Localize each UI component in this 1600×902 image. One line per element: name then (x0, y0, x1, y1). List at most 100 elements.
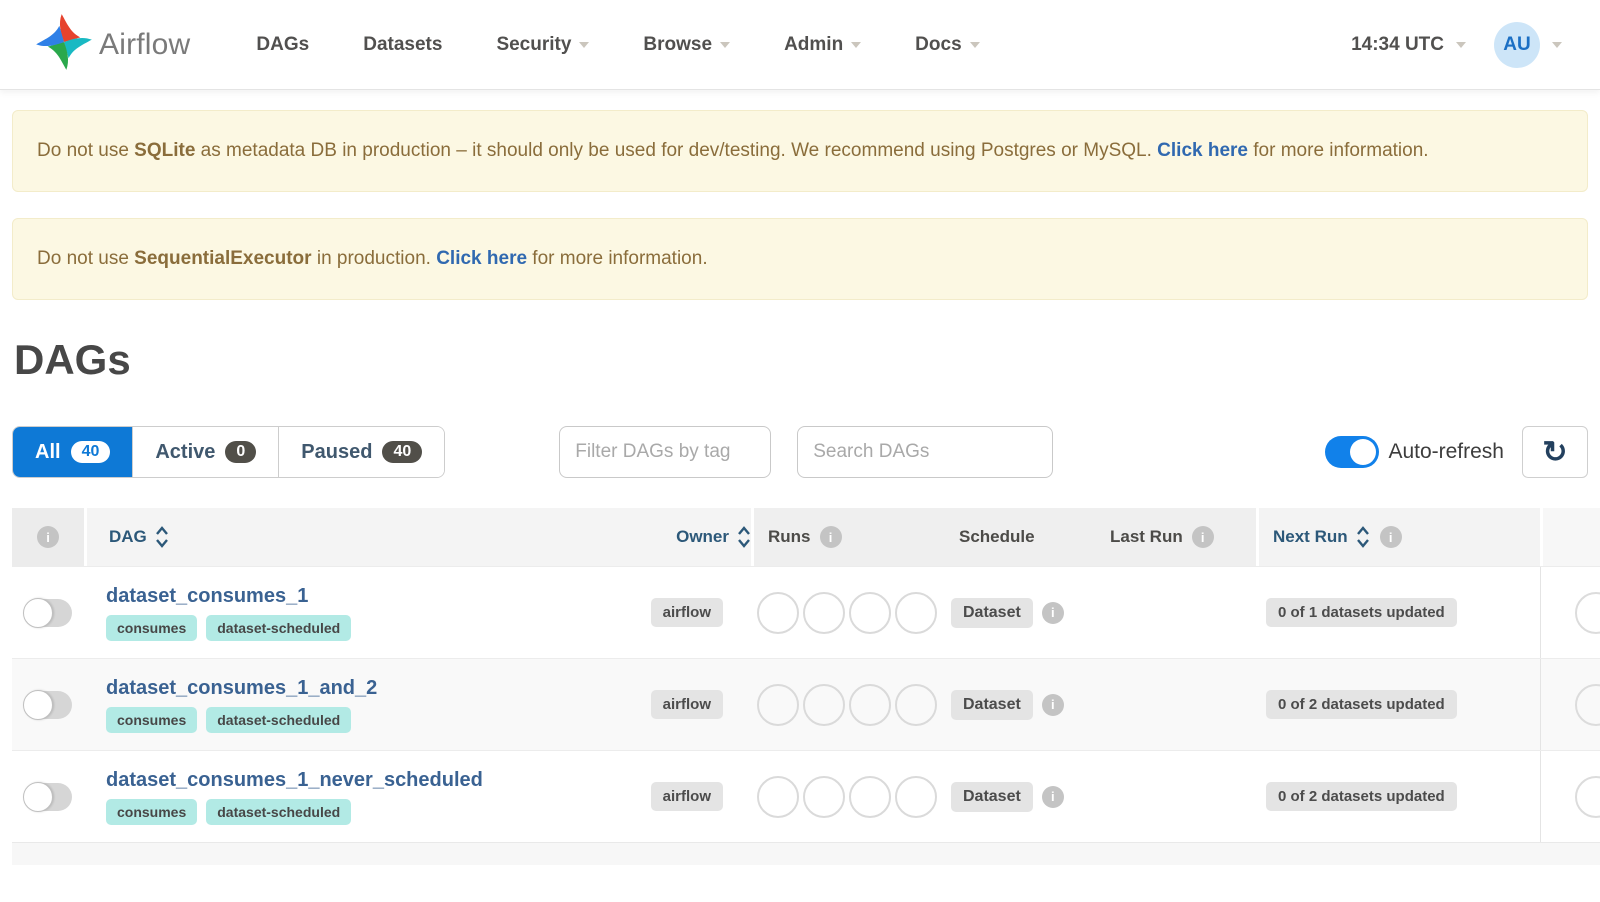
runs-failed-circle[interactable] (895, 683, 937, 726)
nav-item-docs[interactable]: Docs (915, 34, 980, 56)
info-icon[interactable]: i (37, 526, 59, 548)
sort-arrows-icon (155, 525, 169, 549)
runs-failed-circle[interactable] (895, 591, 937, 634)
nav-item-datasets[interactable]: Datasets (363, 34, 442, 56)
chevron-down-icon (851, 41, 862, 48)
next-row-partial (12, 842, 1600, 865)
search-dags-input[interactable] (797, 426, 1054, 478)
chevron-down-icon (1456, 41, 1466, 48)
runs-success-circle[interactable] (803, 775, 845, 818)
run-status-circles (751, 567, 951, 658)
main-menu: DAGs Datasets Security Browse Admin Docs (256, 34, 980, 56)
auto-refresh-toggle[interactable] (1325, 436, 1380, 468)
filter-bar: All 40 Active 0 Paused 40 Auto-refresh ↻ (12, 426, 1588, 478)
runs-running-circle[interactable] (849, 683, 891, 726)
chevron-down-icon[interactable] (1552, 41, 1562, 48)
column-header-dag: DAG (84, 508, 621, 566)
airflow-pinwheel-logo-icon (35, 13, 93, 76)
user-avatar[interactable]: AU (1494, 21, 1540, 68)
tag-badge[interactable]: consumes (106, 706, 198, 733)
recent-task-circle[interactable] (1575, 776, 1600, 818)
header-info-cell: i (12, 508, 84, 566)
owner-badge[interactable]: airflow (650, 782, 723, 811)
nav-item-security[interactable]: Security (496, 34, 590, 56)
refresh-button[interactable]: ↻ (1522, 426, 1588, 478)
sequential-executor-warning-banner: Do not use SequentialExecutor in product… (12, 218, 1588, 300)
runs-running-circle[interactable] (849, 775, 891, 818)
dag-pause-toggle[interactable] (23, 597, 72, 628)
nav-item-dags[interactable]: DAGs (256, 34, 309, 56)
runs-success-circle[interactable] (803, 683, 845, 726)
timezone-selector[interactable]: 14:34 UTC (1351, 34, 1466, 56)
dag-name-link[interactable]: dataset_consumes_1_and_2 (106, 677, 377, 700)
dag-pause-toggle[interactable] (23, 689, 72, 720)
info-icon[interactable]: i (1041, 785, 1064, 808)
tab-paused[interactable]: Paused 40 (278, 427, 445, 477)
schedule-badge[interactable]: Dataset (951, 689, 1033, 720)
runs-queued-circle[interactable] (757, 591, 799, 634)
column-header-next-run: Next Run i (1256, 508, 1540, 566)
column-header-schedule: Schedule (951, 508, 1106, 566)
recent-task-circle[interactable] (1575, 592, 1600, 634)
info-icon[interactable]: i (1041, 601, 1064, 624)
next-run-badge: 0 of 2 datasets updated (1266, 782, 1457, 811)
info-icon[interactable]: i (1041, 693, 1064, 716)
dag-tags: consumes dataset-scheduled (106, 614, 352, 641)
last-run-cell (1106, 751, 1256, 842)
all-count-badge: 40 (70, 441, 111, 463)
dag-name-link[interactable]: dataset_consumes_1 (106, 585, 308, 608)
dag-status-filter-tabs: All 40 Active 0 Paused 40 (12, 426, 446, 478)
column-header-runs: Runs i (751, 508, 951, 566)
sort-arrows-icon (1356, 525, 1370, 549)
info-icon[interactable]: i (819, 526, 842, 548)
dag-pause-toggle[interactable] (23, 781, 72, 812)
schedule-badge[interactable]: Dataset (951, 781, 1033, 812)
info-icon[interactable]: i (1379, 526, 1402, 548)
column-header-last-run: Last Run i (1106, 508, 1256, 566)
sequential-executor-keyword: SequentialExecutor (134, 248, 312, 269)
sqlite-warning-link[interactable]: Click here (1157, 140, 1248, 161)
sort-dag[interactable]: DAG (109, 525, 169, 549)
table-header-row: i DAG Owner Runs i Schedule Last Run i N… (12, 508, 1600, 566)
table-row: dataset_consumes_1_and_2 consumes datase… (12, 658, 1600, 750)
chevron-down-icon (720, 41, 731, 48)
nav-right: 14:34 UTC AU (1351, 21, 1562, 68)
owner-badge[interactable]: airflow (650, 598, 723, 627)
next-run-badge: 0 of 1 datasets updated (1266, 598, 1457, 627)
chevron-down-icon (969, 41, 980, 48)
toggle-knob (1350, 439, 1377, 465)
column-header-overflow (1540, 508, 1600, 566)
tag-badge[interactable]: dataset-scheduled (206, 706, 352, 733)
sort-next-run[interactable]: Next Run (1273, 525, 1370, 549)
runs-queued-circle[interactable] (757, 683, 799, 726)
schedule-badge[interactable]: Dataset (951, 597, 1033, 628)
runs-failed-circle[interactable] (895, 775, 937, 818)
tag-badge[interactable]: dataset-scheduled (206, 614, 352, 641)
dag-name-link[interactable]: dataset_consumes_1_never_scheduled (106, 769, 483, 792)
sequential-executor-warning-link[interactable]: Click here (436, 248, 527, 269)
tag-badge[interactable]: dataset-scheduled (206, 798, 352, 825)
filter-tags-input[interactable] (559, 426, 772, 478)
info-icon[interactable]: i (1191, 526, 1214, 548)
runs-queued-circle[interactable] (757, 775, 799, 818)
column-header-owner: Owner (621, 508, 751, 566)
last-run-cell (1106, 659, 1256, 750)
tab-all[interactable]: All 40 (13, 427, 133, 477)
run-status-circles (751, 751, 951, 842)
nav-item-browse[interactable]: Browse (643, 34, 731, 56)
tab-active[interactable]: Active 0 (132, 427, 279, 477)
tag-badge[interactable]: consumes (106, 798, 198, 825)
top-nav: Airflow DAGs Datasets Security Browse Ad… (0, 0, 1600, 90)
toggle-knob (23, 689, 53, 720)
active-count-badge: 0 (225, 441, 257, 463)
table-row: dataset_consumes_1_never_scheduled consu… (12, 750, 1600, 842)
nav-item-admin[interactable]: Admin (784, 34, 862, 56)
owner-badge[interactable]: airflow (650, 690, 723, 719)
runs-success-circle[interactable] (803, 591, 845, 634)
recent-task-circle[interactable] (1575, 684, 1600, 726)
tag-badge[interactable]: consumes (106, 614, 198, 641)
brand-title: Airflow (99, 27, 191, 61)
runs-running-circle[interactable] (849, 591, 891, 634)
sort-owner[interactable]: Owner (676, 525, 751, 549)
airflow-brand[interactable]: Airflow (35, 13, 190, 76)
